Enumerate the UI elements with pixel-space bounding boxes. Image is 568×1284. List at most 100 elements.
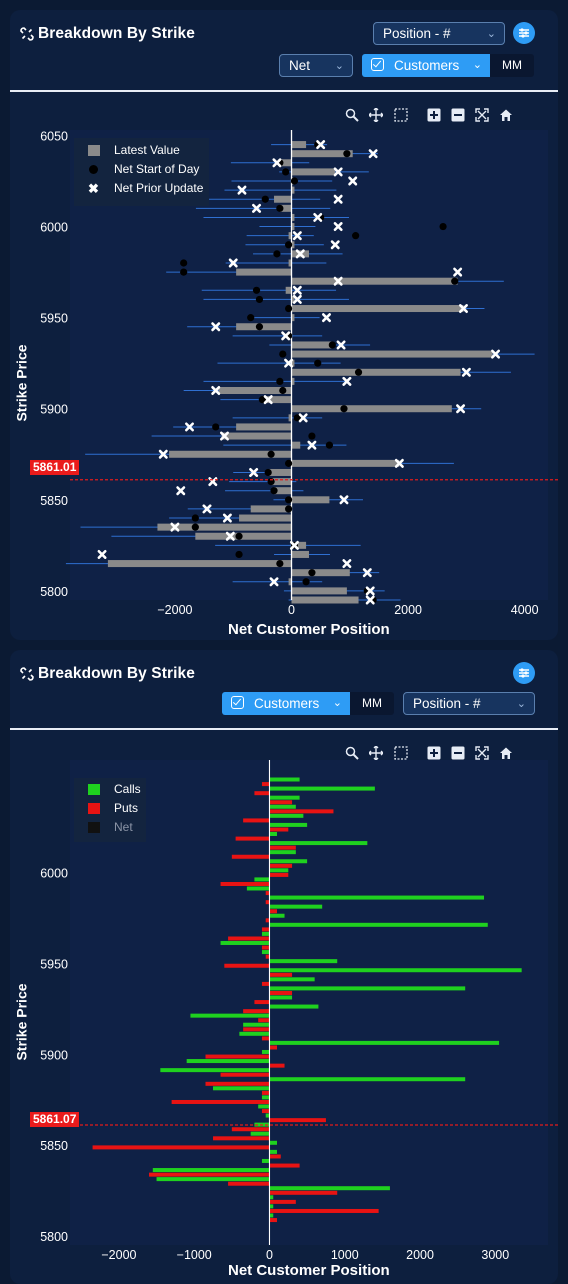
minus-icon[interactable] [451, 746, 465, 760]
bar-calls [269, 1195, 274, 1200]
settings-icon[interactable] [513, 22, 535, 44]
settings-icon[interactable] [513, 662, 535, 684]
bar-puts [228, 1181, 270, 1186]
home-icon[interactable] [499, 108, 513, 122]
bar-latest-value [291, 368, 461, 376]
home-icon[interactable] [499, 746, 513, 760]
mm-button[interactable]: MM [350, 692, 394, 715]
minus-icon[interactable] [451, 108, 465, 122]
marker-start-of-day [264, 468, 272, 477]
breakdown-panel-bottom: Breakdown By Strike Customers ⌄ MM Posit… [10, 650, 558, 1284]
y-axis-label: Strike Price [13, 344, 30, 422]
legend-label: Calls [114, 782, 141, 796]
x-tick-label: 1000 [331, 1248, 359, 1262]
chevron-down-icon: ⌄ [334, 60, 344, 72]
checkbox-icon [371, 58, 384, 71]
legend-item[interactable]: Latest Value [74, 141, 209, 160]
bar-puts [269, 1045, 278, 1050]
legend-label: Puts [114, 801, 139, 815]
legend-swatch [88, 803, 100, 814]
bar-calls [186, 1059, 270, 1064]
customers-button[interactable]: Customers ⌄ [222, 692, 350, 715]
position-select[interactable]: Position - # ⌄ [373, 22, 505, 45]
mm-button[interactable]: MM [490, 54, 534, 77]
panel-title: Breakdown By Strike [38, 665, 195, 682]
breakdown-panel-top: Breakdown By Strike Position - # ⌄ Net ⌄… [10, 10, 558, 640]
chevron-down-icon: ⌄ [516, 698, 526, 710]
bar-puts [261, 945, 270, 950]
marker-start-of-day [302, 578, 310, 586]
bar-puts [243, 818, 270, 823]
marker-start-of-day [261, 195, 269, 203]
bar-puts [205, 1054, 270, 1059]
legend-item[interactable]: Net [74, 818, 146, 837]
legend-swatch [88, 822, 100, 833]
chart-area: 5800 5850 5900 5950 6000 6050 −2000 0 2000 4000 [40, 130, 558, 617]
bar-puts [265, 900, 270, 905]
customers-button[interactable]: Customers ⌄ [362, 54, 490, 77]
bar-latest-value [291, 550, 309, 558]
bar-puts [205, 1081, 270, 1086]
marker-start-of-day [235, 532, 243, 540]
bar-latest-value [239, 514, 292, 522]
bar-calls [246, 886, 270, 891]
bar-calls [269, 868, 289, 873]
unlink-icon [20, 27, 34, 41]
bar-puts [265, 918, 270, 923]
legend-item[interactable]: Calls [74, 780, 146, 799]
legend: Calls Puts Net [74, 778, 146, 842]
marker-start-of-day [212, 423, 220, 431]
bar-puts [269, 809, 334, 814]
bar-puts [269, 800, 293, 805]
marker-start-of-day [279, 350, 287, 358]
x-tick-label: 0 [266, 1248, 273, 1262]
bar-puts [254, 1000, 270, 1005]
bar-puts [92, 1145, 270, 1150]
position-select[interactable]: Position - # ⌄ [403, 692, 535, 715]
bar-puts [269, 1154, 281, 1159]
y-tick-label: 5900 [40, 1048, 68, 1062]
marker-start-of-day [255, 295, 264, 304]
bar-puts [220, 882, 270, 887]
bar-puts [261, 782, 270, 787]
marker-start-of-day [308, 432, 316, 440]
bar-calls [239, 1031, 270, 1036]
zoom-in-icon[interactable] [345, 746, 359, 760]
divider [10, 728, 558, 730]
plus-icon[interactable] [427, 746, 441, 760]
box-select-icon[interactable] [394, 108, 408, 122]
bar-latest-value [291, 459, 400, 467]
bar-puts [265, 954, 270, 959]
autoscale-icon[interactable] [475, 746, 489, 760]
net-select[interactable]: Net ⌄ [279, 54, 353, 77]
x-axis-label: Net Customer Position [228, 1262, 390, 1279]
plus-icon[interactable] [427, 108, 441, 122]
chevron-down-icon: ⌄ [332, 697, 342, 709]
zoom-in-icon[interactable] [345, 108, 359, 122]
bar-puts [269, 972, 293, 977]
marker-start-of-day [343, 150, 351, 158]
marker-start-of-day [284, 505, 293, 513]
bar-latest-value [107, 560, 292, 568]
x-tick-label: 2000 [394, 603, 422, 617]
bar-latest-value [236, 323, 292, 331]
pan-icon[interactable] [369, 746, 383, 760]
unlink-icon [20, 667, 34, 681]
legend-item[interactable]: Puts [74, 799, 146, 818]
bar-calls [261, 950, 270, 955]
legend-item[interactable]: ✖ Net Prior Update [74, 179, 209, 198]
bar-latest-value [291, 596, 359, 604]
bar-puts [231, 854, 270, 859]
y-tick-label: 6000 [40, 867, 68, 881]
bar-calls [220, 940, 270, 945]
bar-latest-value [291, 441, 301, 449]
net-select-value: Net [289, 58, 311, 73]
bar-latest-value [236, 268, 292, 276]
box-select-icon[interactable] [394, 746, 408, 760]
pan-icon[interactable] [369, 108, 383, 122]
autoscale-icon[interactable] [475, 108, 489, 122]
legend-item[interactable]: Net Start of Day [74, 160, 209, 179]
bar-calls [269, 777, 300, 782]
bar-puts [261, 1036, 270, 1041]
bar-calls [160, 1068, 270, 1073]
